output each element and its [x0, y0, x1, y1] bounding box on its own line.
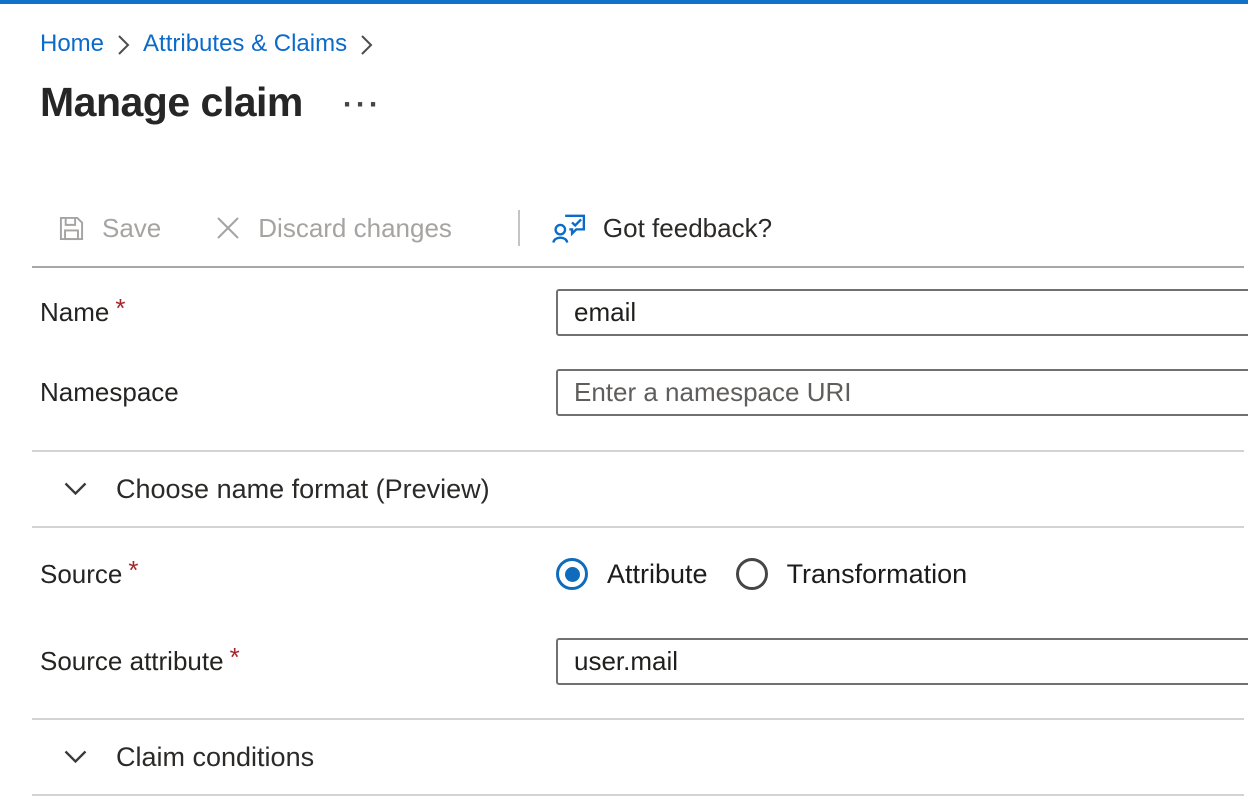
source-field-row: Source* Attribute Transformation	[0, 554, 1248, 594]
section-divider	[32, 526, 1244, 528]
source-attribute-input-wrap	[556, 638, 1248, 685]
radio-selected-icon	[556, 558, 588, 590]
source-attribute-field-row: Source attribute*	[0, 638, 1248, 685]
source-attribute-input[interactable]	[556, 638, 1248, 685]
got-feedback-label: Got feedback?	[603, 213, 772, 244]
source-label: Source*	[40, 559, 556, 590]
name-input[interactable]	[556, 289, 1248, 336]
save-button[interactable]: Save	[56, 213, 161, 244]
name-field-row: Name*	[0, 289, 1248, 336]
discard-changes-button[interactable]: Discard changes	[213, 213, 452, 244]
toolbar-separator	[518, 210, 520, 246]
claim-conditions-expander[interactable]: Claim conditions	[0, 720, 1248, 794]
x-icon	[213, 213, 243, 243]
required-asterisk: *	[128, 555, 138, 585]
choose-name-format-label: Choose name format (Preview)	[116, 474, 490, 505]
page-title: Manage claim	[40, 78, 303, 126]
required-asterisk: *	[230, 642, 240, 672]
source-radio-group: Attribute Transformation	[556, 558, 1248, 590]
breadcrumb-home-link[interactable]: Home	[40, 30, 104, 58]
breadcrumb: Home Attributes & Claims	[40, 30, 1248, 58]
radio-attribute-label: Attribute	[607, 559, 708, 590]
chevron-right-icon	[117, 34, 130, 56]
feedback-person-icon	[552, 211, 588, 245]
radio-transformation-label: Transformation	[787, 559, 968, 590]
chevron-down-icon	[64, 750, 87, 764]
floppy-disk-icon	[56, 213, 87, 244]
more-options-icon[interactable]: ···	[343, 89, 382, 115]
breadcrumb-attributes-claims-link[interactable]: Attributes & Claims	[143, 30, 347, 58]
namespace-input[interactable]	[556, 369, 1248, 416]
name-label: Name*	[40, 297, 556, 328]
manage-claim-page: Home Attributes & Claims Manage claim ··…	[0, 0, 1248, 805]
toolbar-divider	[32, 266, 1244, 268]
radio-unselected-icon	[736, 558, 768, 590]
chevron-right-icon	[360, 34, 373, 56]
title-row: Manage claim ···	[40, 78, 1248, 126]
top-accent-bar	[0, 0, 1248, 4]
save-label: Save	[102, 213, 161, 244]
namespace-field-row: Namespace	[0, 369, 1248, 416]
got-feedback-button[interactable]: Got feedback?	[552, 211, 772, 245]
chevron-down-icon	[64, 482, 87, 496]
source-attribute-label: Source attribute*	[40, 646, 556, 677]
claim-conditions-label: Claim conditions	[116, 742, 314, 773]
command-bar: Save Discard changes Got feedback?	[56, 204, 1248, 252]
namespace-label: Namespace	[40, 377, 556, 408]
namespace-input-wrap	[556, 369, 1248, 416]
section-divider	[32, 794, 1244, 796]
radio-option-attribute[interactable]: Attribute	[556, 558, 708, 590]
discard-changes-label: Discard changes	[258, 213, 452, 244]
required-asterisk: *	[115, 293, 125, 323]
radio-option-transformation[interactable]: Transformation	[736, 558, 968, 590]
name-input-wrap	[556, 289, 1248, 336]
choose-name-format-expander[interactable]: Choose name format (Preview)	[0, 452, 1248, 526]
